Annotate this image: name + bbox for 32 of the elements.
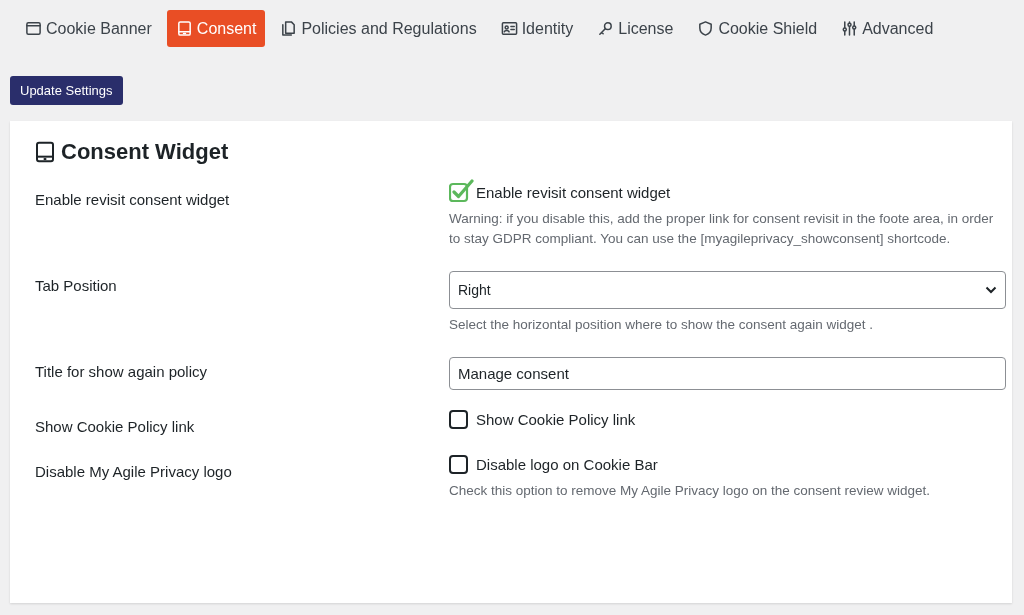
sliders-icon — [841, 20, 859, 37]
setting-label: Tab Position — [35, 276, 118, 296]
key-icon — [597, 20, 615, 37]
settings-tab[interactable]: Identity — [491, 10, 583, 47]
settings-tab[interactable]: Cookie Banner — [16, 10, 161, 47]
settings-tab[interactable]: Advanced — [832, 10, 943, 47]
setting-label: Disable My Agile Privacy logo — [35, 462, 233, 482]
chevron-down-icon — [985, 286, 997, 294]
setting-label: Title for show again policy — [35, 362, 209, 382]
help-text: Check this option to remove My Agile Privacy logo on the consent review widget. — [449, 482, 931, 500]
settings-tab[interactable]: Policies and Regulations — [271, 10, 486, 47]
shield-icon — [697, 20, 715, 37]
update-settings-button[interactable]: Update Settings — [10, 76, 123, 105]
title-input-field[interactable]: Manage consent — [449, 357, 1006, 390]
settings-tab[interactable]: License — [588, 10, 683, 47]
settings-tab[interactable]: Cookie Shield — [688, 10, 827, 47]
help-text: Select the horizontal position where to show the consent again widget . — [449, 316, 874, 334]
documents-icon — [280, 20, 298, 37]
tablet-icon — [175, 20, 193, 37]
window-icon — [25, 20, 42, 37]
checkbox-label[interactable]: Enable revisit consent widget — [476, 184, 671, 203]
settings-tab[interactable]: Consent — [166, 10, 266, 47]
help-text: Warning: if you disable this, add the proper link for consent revisit in the foote area, in order to stay GDPR compliant. You can use the [myagileprivacy_showconsent] shortcode. — [449, 210, 995, 248]
checkbox[interactable] — [449, 179, 474, 203]
card-title: Consent Widget — [61, 139, 229, 165]
setting-label: Enable revisit consent widget — [35, 190, 231, 210]
position-dropdown[interactable]: Right — [449, 271, 1006, 309]
checkbox-label[interactable]: Disable logo on Cookie Bar — [476, 456, 658, 475]
tablet-icon — [33, 140, 57, 164]
setting-label: Show Cookie Policy link — [35, 417, 196, 435]
id-card-icon — [500, 20, 518, 37]
checkbox-label[interactable]: Show Cookie Policy link — [476, 411, 636, 430]
